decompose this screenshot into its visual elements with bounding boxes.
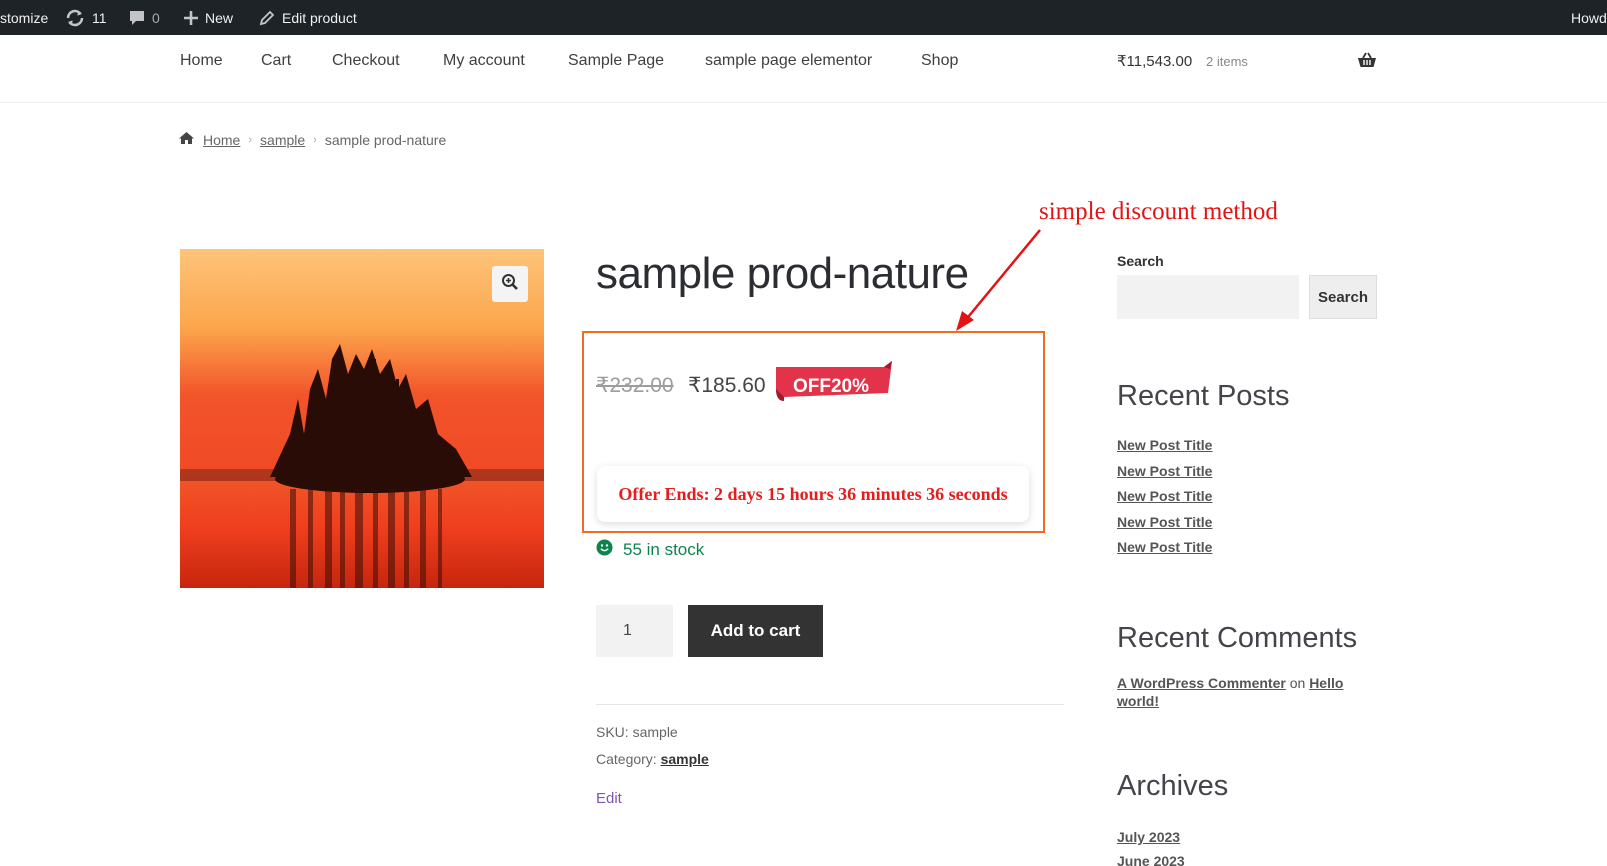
discount-badge-label: OFF20% xyxy=(793,376,870,397)
quantity-input[interactable] xyxy=(596,605,673,657)
comment-on-label: on xyxy=(1289,675,1306,691)
archive-link[interactable]: June 2023 xyxy=(1117,853,1185,866)
regular-price: ₹232.00 xyxy=(596,374,674,397)
product-image[interactable] xyxy=(180,249,544,588)
new-label: New xyxy=(205,9,234,26)
nav-item-my-account[interactable]: My account xyxy=(443,52,525,70)
updates-count: 11 xyxy=(92,9,107,26)
offer-countdown: Offer Ends: 2 days 15 hours 36 minutes 3… xyxy=(597,466,1029,522)
account-menu[interactable]: Howd xyxy=(1571,0,1607,35)
breadcrumb: Home › sample › sample prod-nature xyxy=(178,131,446,148)
recent-comment: A WordPress Commenter on Hello world! xyxy=(1117,674,1377,710)
recent-comments-heading: Recent Comments xyxy=(1117,622,1358,654)
header-cart-amount[interactable]: ₹11,543.00 xyxy=(1117,52,1192,70)
edit-product-label: Edit product xyxy=(282,9,357,26)
breadcrumb-home[interactable]: Home xyxy=(203,132,240,148)
comments-count: 0 xyxy=(152,9,160,26)
smiley-icon xyxy=(596,539,613,561)
product-category: Category: sample xyxy=(596,751,709,767)
product-sku: SKU: sample xyxy=(596,724,678,740)
breadcrumb-category[interactable]: sample xyxy=(260,132,305,148)
customize-label: stomize xyxy=(0,9,49,26)
search-input[interactable] xyxy=(1117,275,1299,319)
category-label: Category: xyxy=(596,751,657,767)
nav-item-cart[interactable]: Cart xyxy=(261,52,291,70)
edit-product-link[interactable]: Edit product xyxy=(258,0,357,35)
product-title: sample prod-nature xyxy=(596,249,969,298)
search-button[interactable]: Search xyxy=(1309,275,1377,319)
archives-heading: Archives xyxy=(1117,770,1229,802)
archive-link[interactable]: July 2023 xyxy=(1117,829,1180,845)
nav-item-shop[interactable]: Shop xyxy=(921,52,958,70)
comments-link[interactable]: 0 xyxy=(128,0,160,35)
site-header: Home Cart Checkout My account Sample Pag… xyxy=(0,35,1607,103)
recent-post-link[interactable]: New Post Title xyxy=(1117,539,1212,555)
breadcrumb-current: sample prod-nature xyxy=(324,131,447,148)
home-icon xyxy=(178,131,195,148)
breadcrumb-separator: › xyxy=(248,133,253,146)
customize-link[interactable]: stomize xyxy=(0,0,48,35)
new-content-link[interactable]: New xyxy=(183,0,233,35)
add-to-cart-button[interactable]: Add to cart xyxy=(688,605,823,657)
stock-status: 55 in stock xyxy=(596,539,704,561)
basket-icon[interactable] xyxy=(1357,51,1377,74)
magnifier-icon xyxy=(501,273,519,296)
nav-item-home[interactable]: Home xyxy=(180,52,223,70)
plus-icon xyxy=(183,10,199,26)
sku-label: SKU: xyxy=(596,724,629,740)
sku-value: sample xyxy=(632,724,678,740)
recent-post-link[interactable]: New Post Title xyxy=(1117,488,1212,504)
divider xyxy=(596,704,1064,705)
annotation-label: simple discount method xyxy=(1039,198,1278,225)
recent-post-link[interactable]: New Post Title xyxy=(1117,463,1212,479)
recent-posts-heading: Recent Posts xyxy=(1117,380,1290,412)
nav-item-sample-page[interactable]: Sample Page xyxy=(568,52,664,70)
recent-post-link[interactable]: New Post Title xyxy=(1117,437,1212,453)
pencil-icon xyxy=(258,9,276,27)
category-link[interactable]: sample xyxy=(661,751,709,767)
refresh-icon xyxy=(64,9,86,27)
breadcrumb-separator: › xyxy=(313,133,317,146)
offer-countdown-text: Offer Ends: 2 days 15 hours 36 minutes 3… xyxy=(618,483,1008,504)
comment-author-link[interactable]: A WordPress Commenter xyxy=(1117,675,1286,691)
stock-text: 55 in stock xyxy=(623,540,705,559)
howdy-label: Howd xyxy=(1571,9,1607,26)
comment-icon xyxy=(128,9,146,27)
recent-post-link[interactable]: New Post Title xyxy=(1117,514,1212,530)
search-widget-label: Search xyxy=(1117,253,1164,269)
sale-price: ₹185.60 xyxy=(688,374,766,397)
nav-item-sample-page-elementor[interactable]: sample page elementor xyxy=(705,52,872,70)
admin-bar: stomize 11 0 New Edit product Howd xyxy=(0,0,1607,35)
updates-link[interactable]: 11 xyxy=(64,0,107,35)
nav-item-checkout[interactable]: Checkout xyxy=(332,52,400,70)
header-cart-count[interactable]: 2 items xyxy=(1206,54,1248,69)
zoom-button[interactable] xyxy=(492,266,528,302)
edit-link[interactable]: Edit xyxy=(596,790,622,807)
